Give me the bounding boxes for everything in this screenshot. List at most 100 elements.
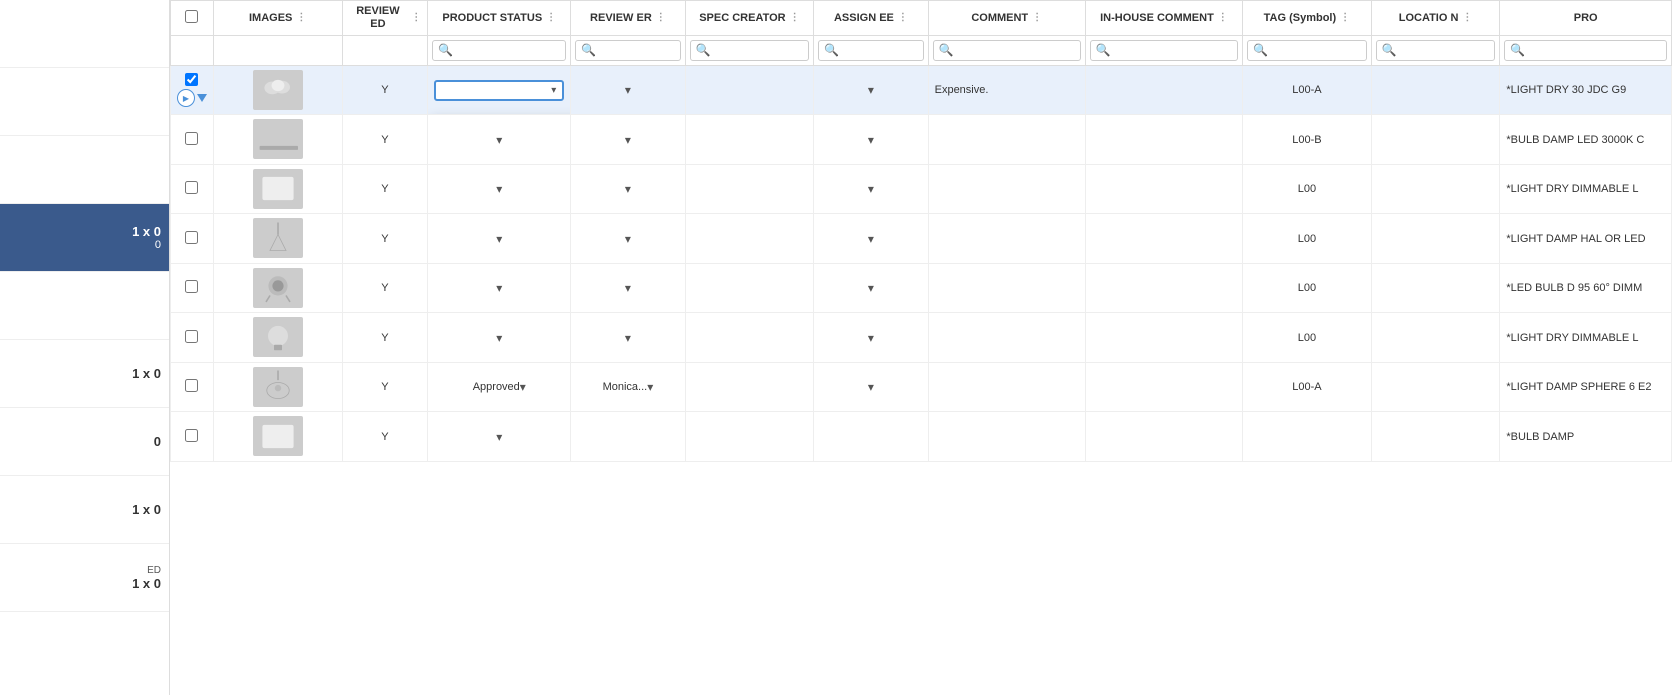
search-inhouse-icon: 🔍 bbox=[1096, 43, 1111, 57]
reviewer-arrow-btn-6[interactable]: ▾ bbox=[625, 331, 631, 345]
row-checkbox-2[interactable] bbox=[185, 132, 198, 145]
reviewed-badge: Y bbox=[381, 233, 388, 245]
sort-tag-icon[interactable]: ⋮ bbox=[1340, 12, 1350, 24]
sidebar-row-1[interactable] bbox=[0, 0, 169, 68]
reviewer-arrow-btn-2[interactable]: ▾ bbox=[625, 133, 631, 147]
assignee-arrow-btn-5[interactable]: ▾ bbox=[868, 281, 874, 295]
row-checkbox-3[interactable] bbox=[185, 181, 198, 194]
product-status-arrow-btn-5[interactable]: ▾ bbox=[496, 281, 502, 295]
row-circle-btn[interactable]: ▶ bbox=[177, 89, 195, 107]
product-status-empty: ▾ bbox=[434, 182, 564, 196]
search-assignee-icon: 🔍 bbox=[824, 43, 839, 57]
sort-spec-creator-icon[interactable]: ⋮ bbox=[790, 12, 800, 24]
row-checkbox-cell bbox=[171, 362, 214, 412]
pro-label: *LED BULB D 95 60° DIMM bbox=[1506, 282, 1642, 294]
product-status-arrow-btn-3[interactable]: ▾ bbox=[496, 182, 502, 196]
product-status-arrow-btn[interactable]: ▾ bbox=[520, 380, 526, 394]
row-location-cell bbox=[1371, 214, 1500, 264]
row-reviewer-cell: Monica...▾ bbox=[571, 362, 685, 412]
tag-label: L00 bbox=[1298, 233, 1316, 245]
search-product-status-icon: 🔍 bbox=[438, 43, 453, 57]
row-reviewer-cell: ▾ bbox=[571, 214, 685, 264]
search-tag-input[interactable] bbox=[1270, 45, 1361, 57]
main-table-area: IMAGES ⋮ REVIEW ED ⋮ PRO bbox=[170, 0, 1672, 695]
reviewer-arrow-btn-1[interactable]: ▾ bbox=[625, 83, 631, 97]
search-product-status-wrapper: 🔍 bbox=[432, 40, 566, 60]
row-pro-cell: *LIGHT DAMP HAL OR LED bbox=[1500, 214, 1672, 264]
sort-images-icon[interactable]: ⋮ bbox=[296, 12, 306, 24]
th-checkbox[interactable] bbox=[171, 1, 214, 36]
reviewed-badge: Y bbox=[381, 134, 388, 146]
row-comment-cell bbox=[928, 115, 1085, 165]
product-status-dropdown-trigger[interactable]: ▾ bbox=[434, 80, 564, 101]
assignee-arrow-btn-1[interactable]: ▾ bbox=[868, 83, 874, 97]
row-checkbox-1[interactable] bbox=[185, 73, 198, 86]
sidebar-row-8[interactable]: 1 x 0 bbox=[0, 476, 169, 544]
reviewer-arrow-btn-4[interactable]: ▾ bbox=[625, 232, 631, 246]
sidebar-row-7[interactable]: 0 bbox=[0, 408, 169, 476]
assignee-arrow-btn-3[interactable]: ▾ bbox=[868, 182, 874, 196]
sidebar-count-4: 1 x 0 bbox=[132, 224, 161, 239]
th-tag-label: TAG (Symbol) bbox=[1264, 12, 1337, 25]
row-inhouse-comment-cell bbox=[1085, 164, 1242, 214]
search-inhouse-col: 🔍 bbox=[1085, 36, 1242, 65]
search-assignee-input[interactable] bbox=[841, 45, 917, 57]
sidebar-row-9[interactable]: ED 1 x 0 bbox=[0, 544, 169, 612]
row-assignee-cell: ▾ bbox=[814, 214, 928, 264]
sidebar-row-2[interactable] bbox=[0, 68, 169, 136]
product-status-arrow-btn-6[interactable]: ▾ bbox=[496, 331, 502, 345]
search-reviewer-wrapper: 🔍 bbox=[575, 40, 680, 60]
assignee-arrow-btn-2[interactable]: ▾ bbox=[868, 133, 874, 147]
search-pro-input[interactable] bbox=[1527, 45, 1661, 57]
row-pro-cell: *LIGHT DRY 30 JDC G9 bbox=[1500, 65, 1672, 115]
search-reviewer-input[interactable] bbox=[598, 45, 674, 57]
product-status-arrow-btn-8[interactable]: ▾ bbox=[496, 430, 502, 444]
reviewed-badge: Y bbox=[381, 381, 388, 393]
row-comment-cell: Expensive. bbox=[928, 65, 1085, 115]
sort-location-icon[interactable]: ⋮ bbox=[1462, 12, 1472, 24]
row-checkbox-7[interactable] bbox=[185, 379, 198, 392]
search-inhouse-input[interactable] bbox=[1113, 45, 1232, 57]
row-product-status-cell: ▾ bbox=[428, 214, 571, 264]
sidebar-count-7: 0 bbox=[154, 434, 161, 449]
search-location-input[interactable] bbox=[1399, 45, 1490, 57]
sidebar-row-3[interactable] bbox=[0, 136, 169, 204]
tag-label: L00-B bbox=[1292, 134, 1321, 146]
row-comment-cell bbox=[928, 263, 1085, 313]
reviewer-arrow-btn-5[interactable]: ▾ bbox=[625, 281, 631, 295]
search-comment-input[interactable] bbox=[956, 45, 1075, 57]
row-spec-creator-cell bbox=[685, 214, 814, 264]
row-checkbox-8[interactable] bbox=[185, 429, 198, 442]
row-image-cell bbox=[213, 65, 342, 115]
sort-reviewer-icon[interactable]: ⋮ bbox=[656, 12, 666, 24]
row-reviewed-cell: Y bbox=[342, 65, 428, 115]
select-all-checkbox[interactable] bbox=[185, 10, 198, 23]
search-spec-creator-input[interactable] bbox=[713, 45, 804, 57]
search-reviewed-col bbox=[342, 36, 428, 65]
reviewer-arrow-btn[interactable]: ▾ bbox=[647, 380, 653, 394]
assignee-arrow-btn-7[interactable]: ▾ bbox=[868, 380, 874, 394]
sidebar-row-4-active[interactable]: 1 x 0 0 bbox=[0, 204, 169, 272]
product-status-arrow-btn-2[interactable]: ▾ bbox=[496, 133, 502, 147]
search-location-wrapper: 🔍 bbox=[1376, 40, 1496, 60]
sort-product-status-icon[interactable]: ⋮ bbox=[546, 12, 556, 24]
row-pro-cell: *LIGHT DRY DIMMABLE L bbox=[1500, 164, 1672, 214]
row-checkbox-6[interactable] bbox=[185, 330, 198, 343]
sidebar-row-5[interactable] bbox=[0, 272, 169, 340]
pro-label: *LIGHT DAMP SPHERE 6 E2 bbox=[1506, 381, 1651, 393]
assignee-arrow-btn-4[interactable]: ▾ bbox=[868, 232, 874, 246]
sidebar-row-6[interactable]: 1 x 0 bbox=[0, 340, 169, 408]
row-checkbox-5[interactable] bbox=[185, 280, 198, 293]
sort-inhouse-icon[interactable]: ⋮ bbox=[1218, 12, 1228, 24]
search-product-status-input[interactable] bbox=[455, 45, 560, 57]
sort-assignee-icon[interactable]: ⋮ bbox=[898, 12, 908, 24]
th-product-status: PRODUCT STATUS ⋮ bbox=[428, 1, 571, 36]
row-checkbox-4[interactable] bbox=[185, 231, 198, 244]
assignee-arrow-btn-6[interactable]: ▾ bbox=[868, 331, 874, 345]
reviewer-arrow-btn-3[interactable]: ▾ bbox=[625, 182, 631, 196]
sort-comment-icon[interactable]: ⋮ bbox=[1032, 12, 1042, 24]
product-status-arrow-btn-4[interactable]: ▾ bbox=[496, 232, 502, 246]
row-assignee-cell bbox=[814, 412, 928, 462]
sort-reviewed-icon[interactable]: ⋮ bbox=[411, 12, 421, 24]
row-expand-indicator[interactable] bbox=[197, 94, 207, 102]
